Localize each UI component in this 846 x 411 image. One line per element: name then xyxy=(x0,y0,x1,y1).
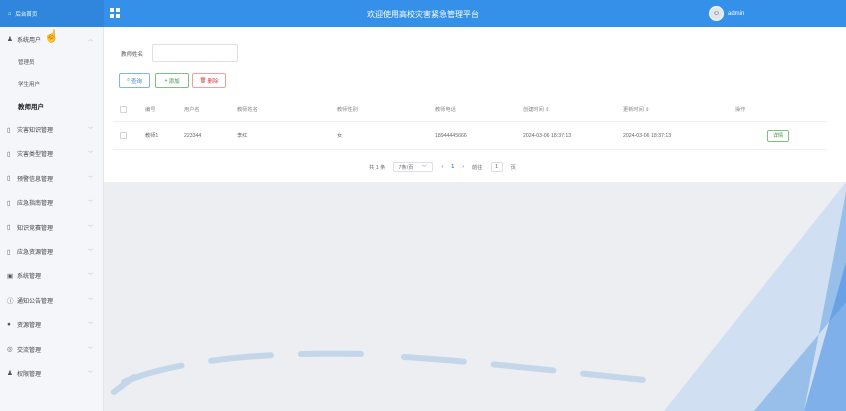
trash-icon: 🗑 xyxy=(199,77,207,84)
page-size-select[interactable]: 7条/页 ﹀ xyxy=(393,162,434,172)
chevron-down-icon: ﹀ xyxy=(88,370,94,377)
sidebar-item-label: 系统用户 xyxy=(17,37,42,44)
chevron-down-icon: ﹀ xyxy=(88,273,94,280)
chevron-down-icon: ﹀ xyxy=(88,175,94,182)
chevron-down-icon: ﹀ xyxy=(88,151,94,158)
sidebar-item-resources[interactable]: ● 资源管理 ﹀ xyxy=(0,313,103,337)
cell-username: 223344 xyxy=(184,132,202,139)
sidebar: ♟ 系统用户 ︿ ☝ 管理员 学生用户 教师用户 ▯ 灾害知识管理 ﹀ ▯ 灾害… xyxy=(0,27,104,411)
cell-phone: 18944445666 xyxy=(435,132,467,139)
next-page-icon[interactable]: › xyxy=(462,164,464,170)
main-panel: 教师姓名 ⌕ 查询 + 添加 🗑 删除 编号 用户名 教师姓名 教师性别 教师电… xyxy=(104,27,846,182)
resource-icon: ● xyxy=(7,321,11,329)
sidebar-item-communication[interactable]: ◎ 交流管理 ﹀ xyxy=(0,337,103,361)
teacher-table: 编号 用户名 教师姓名 教师性别 教师电话 创建时间 ⇕ 更新时间 ⇕ 操作 教… xyxy=(113,97,827,150)
chevron-up-icon: ︿ xyxy=(88,36,94,43)
user-icon: ♟ xyxy=(7,36,13,44)
sidebar-item-label: 权限管理 xyxy=(17,371,42,378)
hand-cursor-icon: ☝ xyxy=(44,29,59,43)
sidebar-item-disaster-types[interactable]: ▯ 灾害类型管理 ﹀ xyxy=(0,142,103,166)
column-header: 用户名 xyxy=(184,106,200,113)
doc-icon: ▯ xyxy=(7,224,11,232)
sidebar-subitem-students[interactable]: 学生用户 xyxy=(0,73,103,95)
chevron-down-icon: ﹀ xyxy=(88,249,94,256)
column-header: 编号 xyxy=(145,106,156,113)
settings-icon: ▣ xyxy=(7,272,14,280)
background-decoration xyxy=(111,182,846,411)
page-number[interactable]: 1 xyxy=(451,164,454,170)
chevron-down-icon: ﹀ xyxy=(88,322,94,329)
goto-suffix: 页 xyxy=(510,165,516,171)
sidebar-subitem-admin[interactable]: 管理员 xyxy=(0,51,103,73)
top-bar: ⌂ 后台首页 欢迎使用高校灾害紧急管理平台 ☺ admin xyxy=(0,0,846,27)
sidebar-item-label: 预警信息管理 xyxy=(17,176,54,183)
cell-created: 2024-03-06 18:37:13 xyxy=(523,132,572,139)
row-checkbox[interactable] xyxy=(120,122,127,149)
table-header-row: 编号 用户名 教师姓名 教师性别 教师电话 创建时间 ⇕ 更新时间 ⇕ 操作 xyxy=(113,97,827,122)
search-icon: ⌕ xyxy=(126,77,131,83)
doc-icon: ▯ xyxy=(7,126,11,134)
user-icon: ♟ xyxy=(7,370,13,378)
username: admin xyxy=(728,10,745,17)
sidebar-item-guides[interactable]: ▯ 应急指南管理 ﹀ xyxy=(0,191,103,215)
sidebar-item-label: 通知公告管理 xyxy=(17,298,54,305)
chevron-down-icon: ﹀ xyxy=(88,200,94,207)
column-header: 操作 xyxy=(735,106,746,113)
doc-icon: ▯ xyxy=(7,175,11,183)
sidebar-item-disaster-knowledge[interactable]: ▯ 灾害知识管理 ﹀ xyxy=(0,117,103,141)
info-icon: ⓘ xyxy=(7,298,14,306)
chevron-down-icon: ﹀ xyxy=(88,346,94,353)
sidebar-item-label: 应急指南管理 xyxy=(17,201,54,208)
detail-button[interactable]: 详情 xyxy=(767,129,789,142)
select-all-checkbox[interactable] xyxy=(120,97,127,121)
query-button[interactable]: ⌕ 查询 xyxy=(119,73,150,88)
chevron-down-icon: ﹀ xyxy=(88,224,94,231)
avatar: ☺ xyxy=(709,6,724,21)
delete-button[interactable]: 🗑 删除 xyxy=(192,73,226,88)
add-button[interactable]: + 添加 xyxy=(155,73,189,88)
table-row: 教师1 223344 李红 女 18944445666 2024-03-06 1… xyxy=(113,122,827,150)
chevron-down-icon: ﹀ xyxy=(88,297,94,304)
total-count: 共 1 条 xyxy=(369,165,386,171)
pagination: 共 1 条 7条/页 ﹀ ‹ 1 › 前往 1 页 xyxy=(369,162,516,172)
doc-icon: ▯ xyxy=(7,248,11,256)
sidebar-item-label: 灾害类型管理 xyxy=(17,152,54,159)
goto-page-input[interactable]: 1 xyxy=(490,162,503,172)
sidebar-item-label: 知识竞赛管理 xyxy=(17,225,54,232)
cell-id: 教师1 xyxy=(145,133,159,139)
cell-updated: 2024-03-06 18:37:13 xyxy=(623,132,672,139)
sidebar-item-notices[interactable]: ⓘ 通知公告管理 ﹀ xyxy=(0,288,103,312)
sidebar-item-warnings[interactable]: ▯ 预警信息管理 ﹀ xyxy=(0,166,103,190)
sidebar-item-system-users[interactable]: ♟ 系统用户 ︿ ☝ xyxy=(0,27,103,51)
search-label: 教师姓名 xyxy=(121,52,144,58)
sidebar-subitem-teachers[interactable]: 教师用户 xyxy=(0,95,103,117)
teacher-name-input[interactable] xyxy=(152,44,238,62)
sidebar-item-emergency-resources[interactable]: ▯ 应急资源管理 ﹀ xyxy=(0,239,103,263)
sidebar-item-label: 灾害知识管理 xyxy=(17,128,54,135)
sidebar-item-label: 交流管理 xyxy=(17,347,42,354)
sidebar-item-label: 系统管理 xyxy=(17,274,42,281)
cell-gender: 女 xyxy=(337,133,343,139)
column-header-sortable[interactable]: 创建时间 ⇕ xyxy=(523,97,550,121)
column-header: 教师电话 xyxy=(435,106,456,113)
sidebar-item-quiz[interactable]: ▯ 知识竞赛管理 ﹀ xyxy=(0,215,103,239)
goto-label: 前往 xyxy=(471,165,483,171)
chat-icon: ◎ xyxy=(7,346,13,354)
column-header-sortable[interactable]: 更新时间 ⇕ xyxy=(623,97,650,121)
doc-icon: ▯ xyxy=(7,150,11,158)
column-header: 教师性别 xyxy=(337,106,358,113)
sidebar-item-system[interactable]: ▣ 系统管理 ﹀ xyxy=(0,264,103,288)
column-header: 教师姓名 xyxy=(237,106,258,113)
prev-page-icon[interactable]: ‹ xyxy=(441,164,443,170)
chevron-down-icon: ﹀ xyxy=(88,127,94,134)
sidebar-item-label: 应急资源管理 xyxy=(17,250,54,257)
plus-icon: + xyxy=(164,77,168,84)
sidebar-item-permissions[interactable]: ♟ 权限管理 ﹀ xyxy=(0,361,103,385)
cell-name: 李红 xyxy=(237,133,248,139)
doc-icon: ▯ xyxy=(7,199,11,207)
chevron-down-icon: ﹀ xyxy=(421,165,427,171)
sidebar-item-label: 资源管理 xyxy=(17,323,42,330)
user-menu[interactable]: ☺ admin xyxy=(709,6,744,21)
